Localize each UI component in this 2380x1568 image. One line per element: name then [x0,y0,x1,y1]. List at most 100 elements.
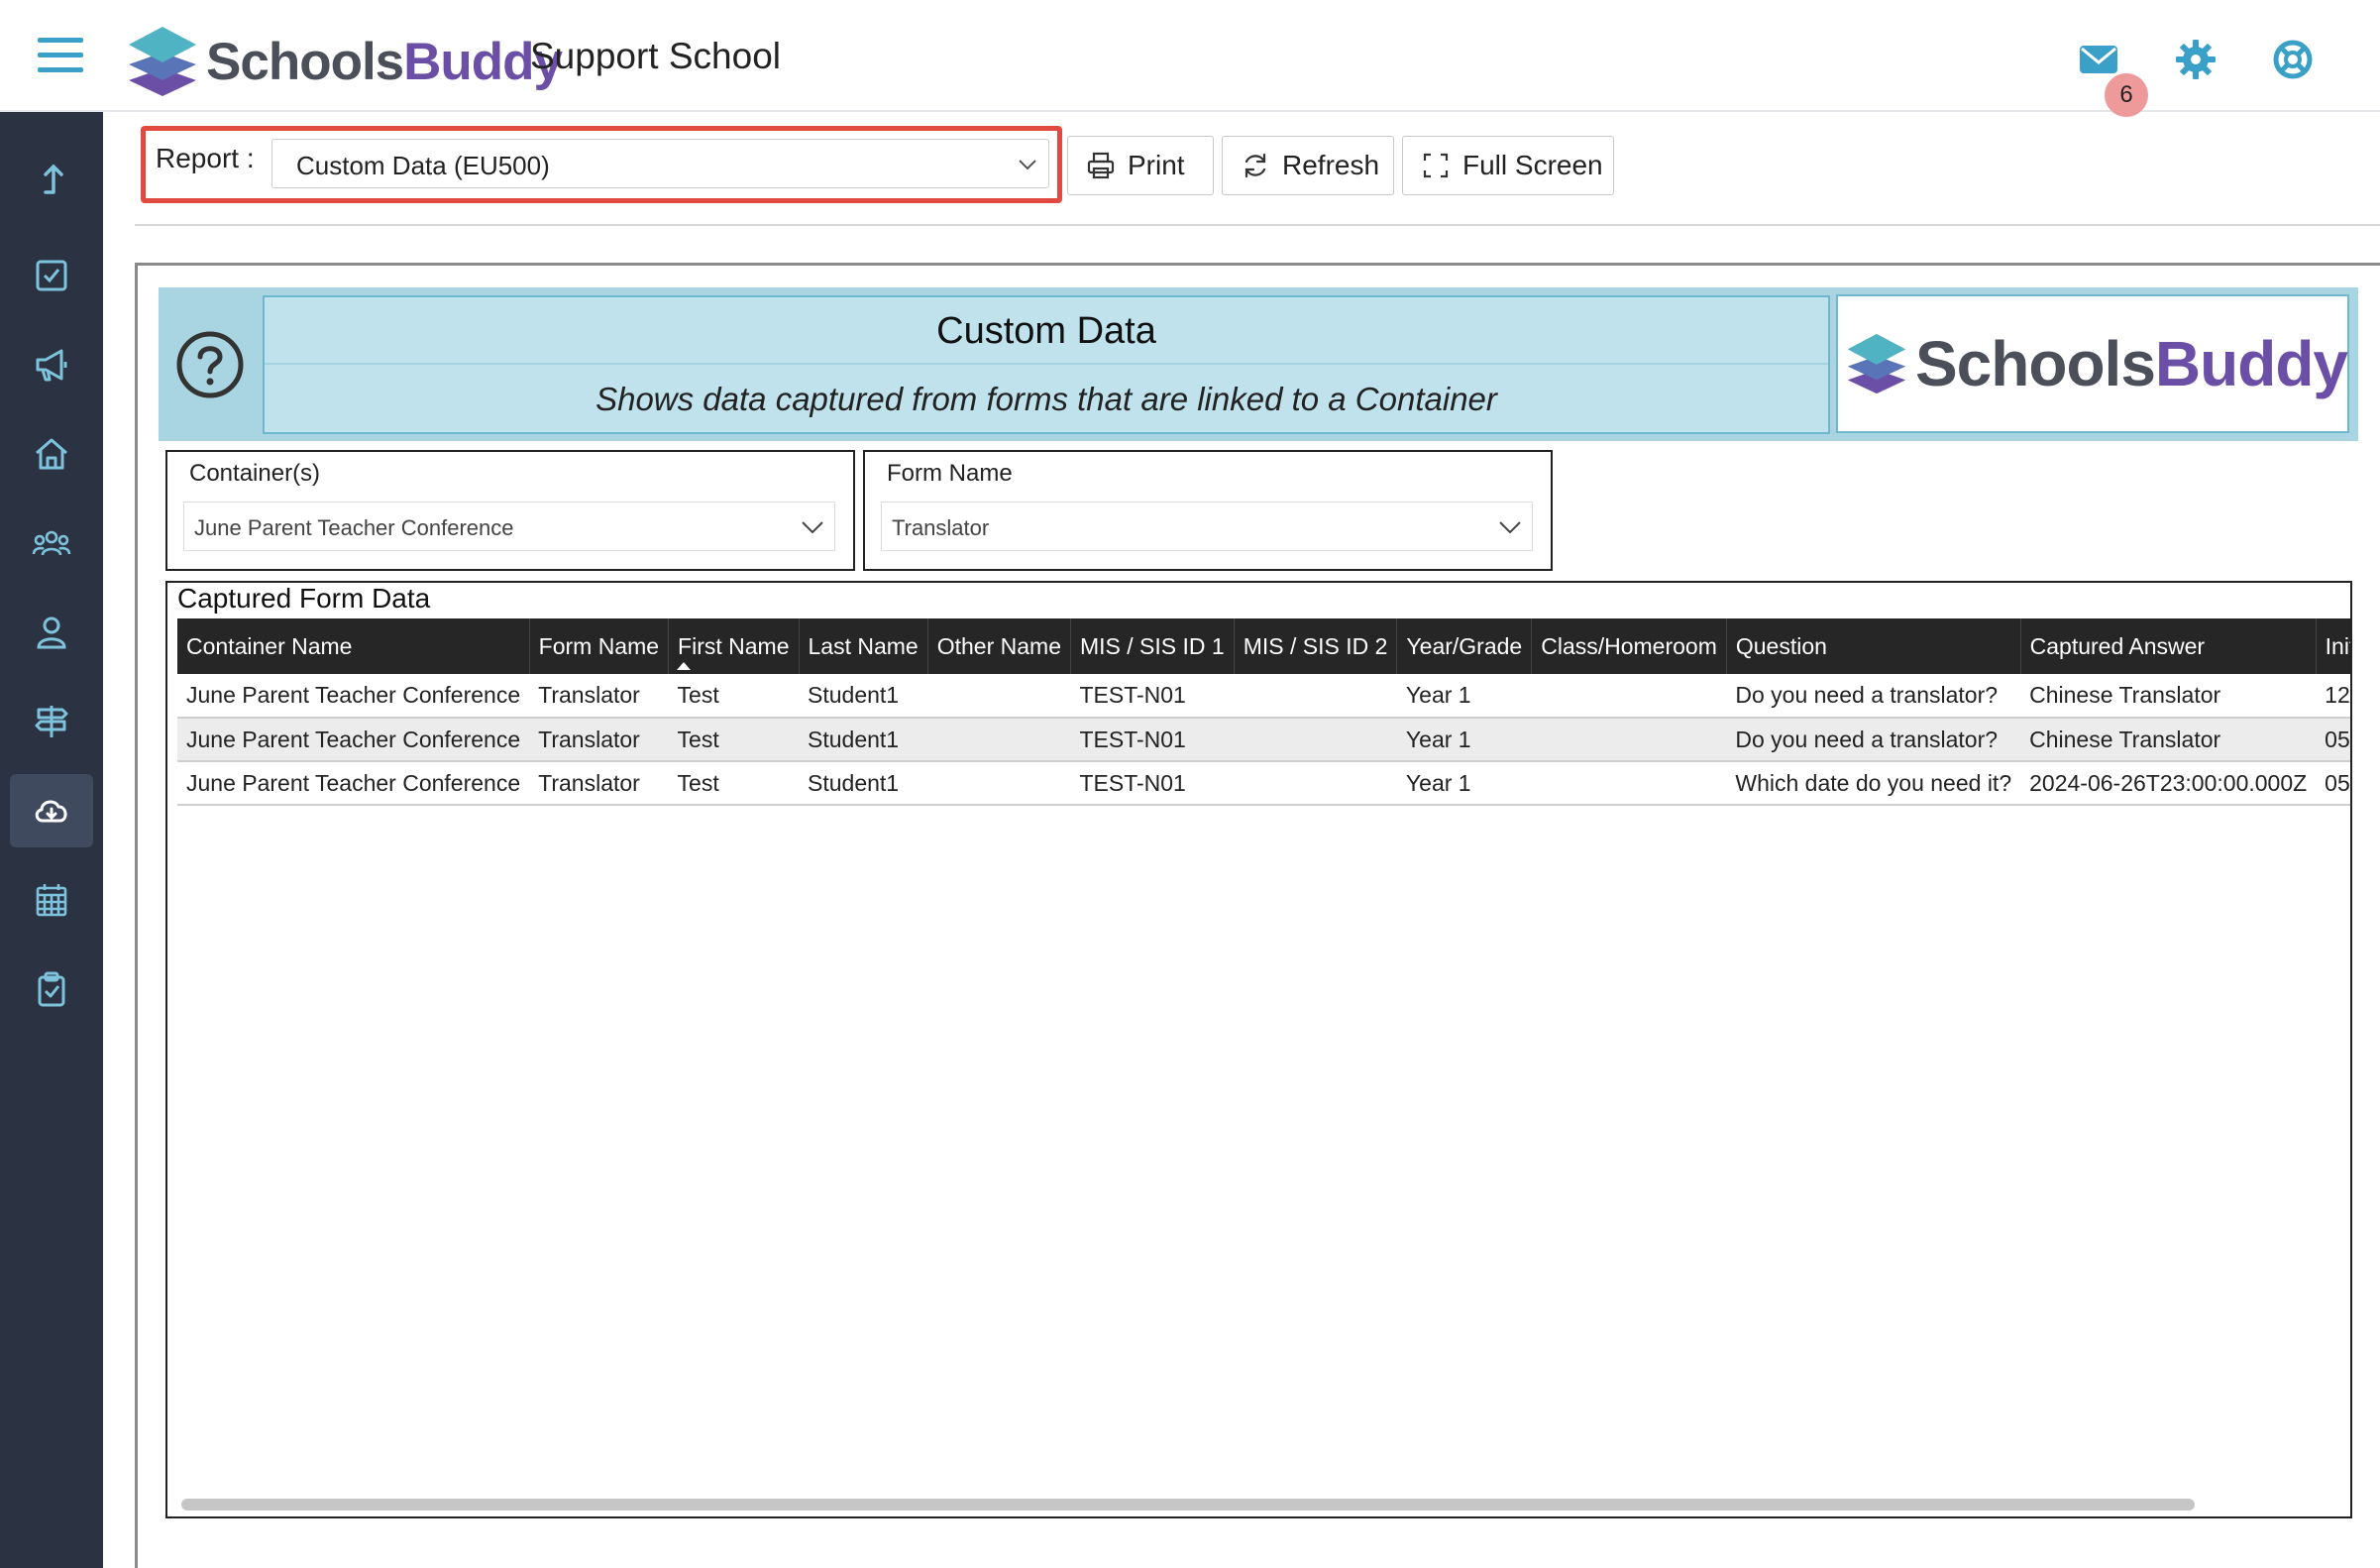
sidebar-item-checklist[interactable] [10,952,93,1026]
table-cell: June Parent Teacher Conference [177,674,530,719]
column-header[interactable]: Container Name [177,618,530,674]
refresh-button[interactable]: Refresh [1222,136,1394,195]
group-icon [32,530,71,556]
schoolsbuddy-logo[interactable]: SchoolsBuddy [127,22,563,101]
table-cell: 2024-06-26T23:00:00.000Z [2020,761,2317,806]
signpost-icon [35,706,68,737]
clipboard-check-icon [38,971,65,1007]
table-cell: Year 1 [1396,718,1532,762]
report-selector-highlight: Report : Custom Data (EU500) [141,126,1062,203]
table-title: Captured Form Data [177,583,431,614]
sidebar-item-announcements[interactable] [10,328,93,401]
data-table: Container Name Form Name First Name Last… [177,618,2350,806]
container-filter-value: June Parent Teacher Conference [194,515,514,540]
container-filter-dropdown[interactable]: June Parent Teacher Conference [183,502,835,551]
school-name: Support School [530,36,782,76]
full-screen-label: Full Screen [1462,150,1603,180]
table-cell: TEST-N01 [1070,761,1235,806]
table-cell [1531,718,1727,762]
sidebar-item-downloads[interactable] [10,774,93,847]
print-button[interactable]: Print [1067,136,1214,195]
column-header[interactable]: Form Name [529,618,670,674]
column-header[interactable]: MIS / SIS ID 1 [1070,618,1235,674]
column-header[interactable]: MIS / SIS ID 2 [1234,618,1398,674]
table-cell: Test [668,761,799,806]
report-help-button[interactable] [159,287,262,441]
table-cell: Student1 [799,674,928,719]
menu-icon[interactable] [38,38,83,75]
column-header[interactable]: Captured Answer [2020,618,2317,674]
report-dropdown[interactable]: Custom Data (EU500) [271,139,1049,188]
table-cell [1531,674,1727,719]
table-cell: 05/06 [2316,718,2350,762]
logo-layers-icon [1847,333,1906,394]
report-label: Report : [156,143,255,173]
table-cell: TEST-N01 [1070,674,1235,719]
megaphone-icon [36,349,67,382]
table-row[interactable]: June Parent Teacher Conference Translato… [177,674,2350,719]
table-cell: Do you need a translator? [1726,674,2021,719]
full-screen-button[interactable]: Full Screen [1402,136,1614,195]
form-name-filter: Form Name Translator [863,450,1553,571]
report-dropdown-value: Custom Data (EU500) [296,151,550,180]
table-cell: Do you need a translator? [1726,718,2021,762]
column-header-sorted[interactable]: First Name [668,618,800,674]
mail-icon[interactable] [2077,38,2120,81]
column-header[interactable]: Question [1726,618,2021,674]
table-cell: Chinese Translator [2020,674,2317,719]
form-name-filter-dropdown[interactable]: Translator [881,502,1533,551]
table-header-row: Container Name Form Name First Name Last… [177,618,2350,674]
table-cell: Year 1 [1396,674,1532,719]
form-name-filter-value: Translator [892,515,990,540]
sidebar-item-groups[interactable] [10,506,93,580]
logo-wordmark: SchoolsBuddy [206,32,563,91]
table-cell [927,718,1071,762]
column-header[interactable]: Other Name [927,618,1071,674]
table-cell [1234,674,1397,719]
toolbar-divider [135,224,2380,226]
table-cell: Student1 [799,761,928,806]
gear-icon[interactable] [2174,38,2218,81]
captured-form-data-table: Captured Form Data Container Name Form N… [165,581,2352,1518]
container-filter-label: Container(s) [189,460,321,487]
column-header-label: First Name [678,632,790,659]
table-cell: TEST-N01 [1070,718,1235,762]
table-cell [927,761,1071,806]
report-subtitle: Shows data captured from forms that are … [595,381,1497,417]
report-title-box: Custom Data Shows data captured from for… [263,295,1830,434]
sidebar-item-directions[interactable] [10,685,93,758]
sidebar-item-switch[interactable] [10,142,93,215]
table-cell: Chinese Translator [2020,718,2317,762]
table-row[interactable]: June Parent Teacher Conference Translato… [177,761,2350,806]
column-header[interactable]: Last Name [799,618,928,674]
table-cell: 12/08 [2316,674,2350,719]
logo-layers-icon [129,27,196,96]
table-cell: June Parent Teacher Conference [177,718,530,762]
table-cell [1234,718,1397,762]
notification-badge: 6 [2105,73,2148,117]
column-header[interactable]: Year/Grade [1396,618,1533,674]
logo-wordmark: SchoolsBuddy [1914,328,2348,399]
table-cell [1234,761,1397,806]
expand-icon [1423,153,1449,178]
table-cell: 05/06 [2316,761,2350,806]
refresh-label: Refresh [1282,150,1380,180]
chevron-down-icon [1019,160,1036,170]
printer-icon [1087,152,1115,179]
sidebar-item-tasks[interactable] [10,239,93,312]
home-icon [36,438,67,470]
column-header[interactable]: Class/Homeroom [1531,618,1727,674]
table-cell: Test [668,674,799,719]
table-row[interactable]: June Parent Teacher Conference Translato… [177,718,2350,762]
chevron-down-icon [1499,521,1521,534]
sidebar-item-home[interactable] [10,417,93,491]
table-cell [1531,761,1727,806]
cloud-download-icon [35,800,67,823]
horizontal-scrollbar[interactable] [181,1499,2195,1511]
table-cell: June Parent Teacher Conference [177,761,530,806]
column-header[interactable]: Initial [2316,618,2350,674]
table-cell: Year 1 [1396,761,1532,806]
help-lifebuoy-icon[interactable] [2271,38,2315,81]
sidebar-item-calendar[interactable] [10,863,93,937]
sidebar-item-person[interactable] [10,596,93,669]
